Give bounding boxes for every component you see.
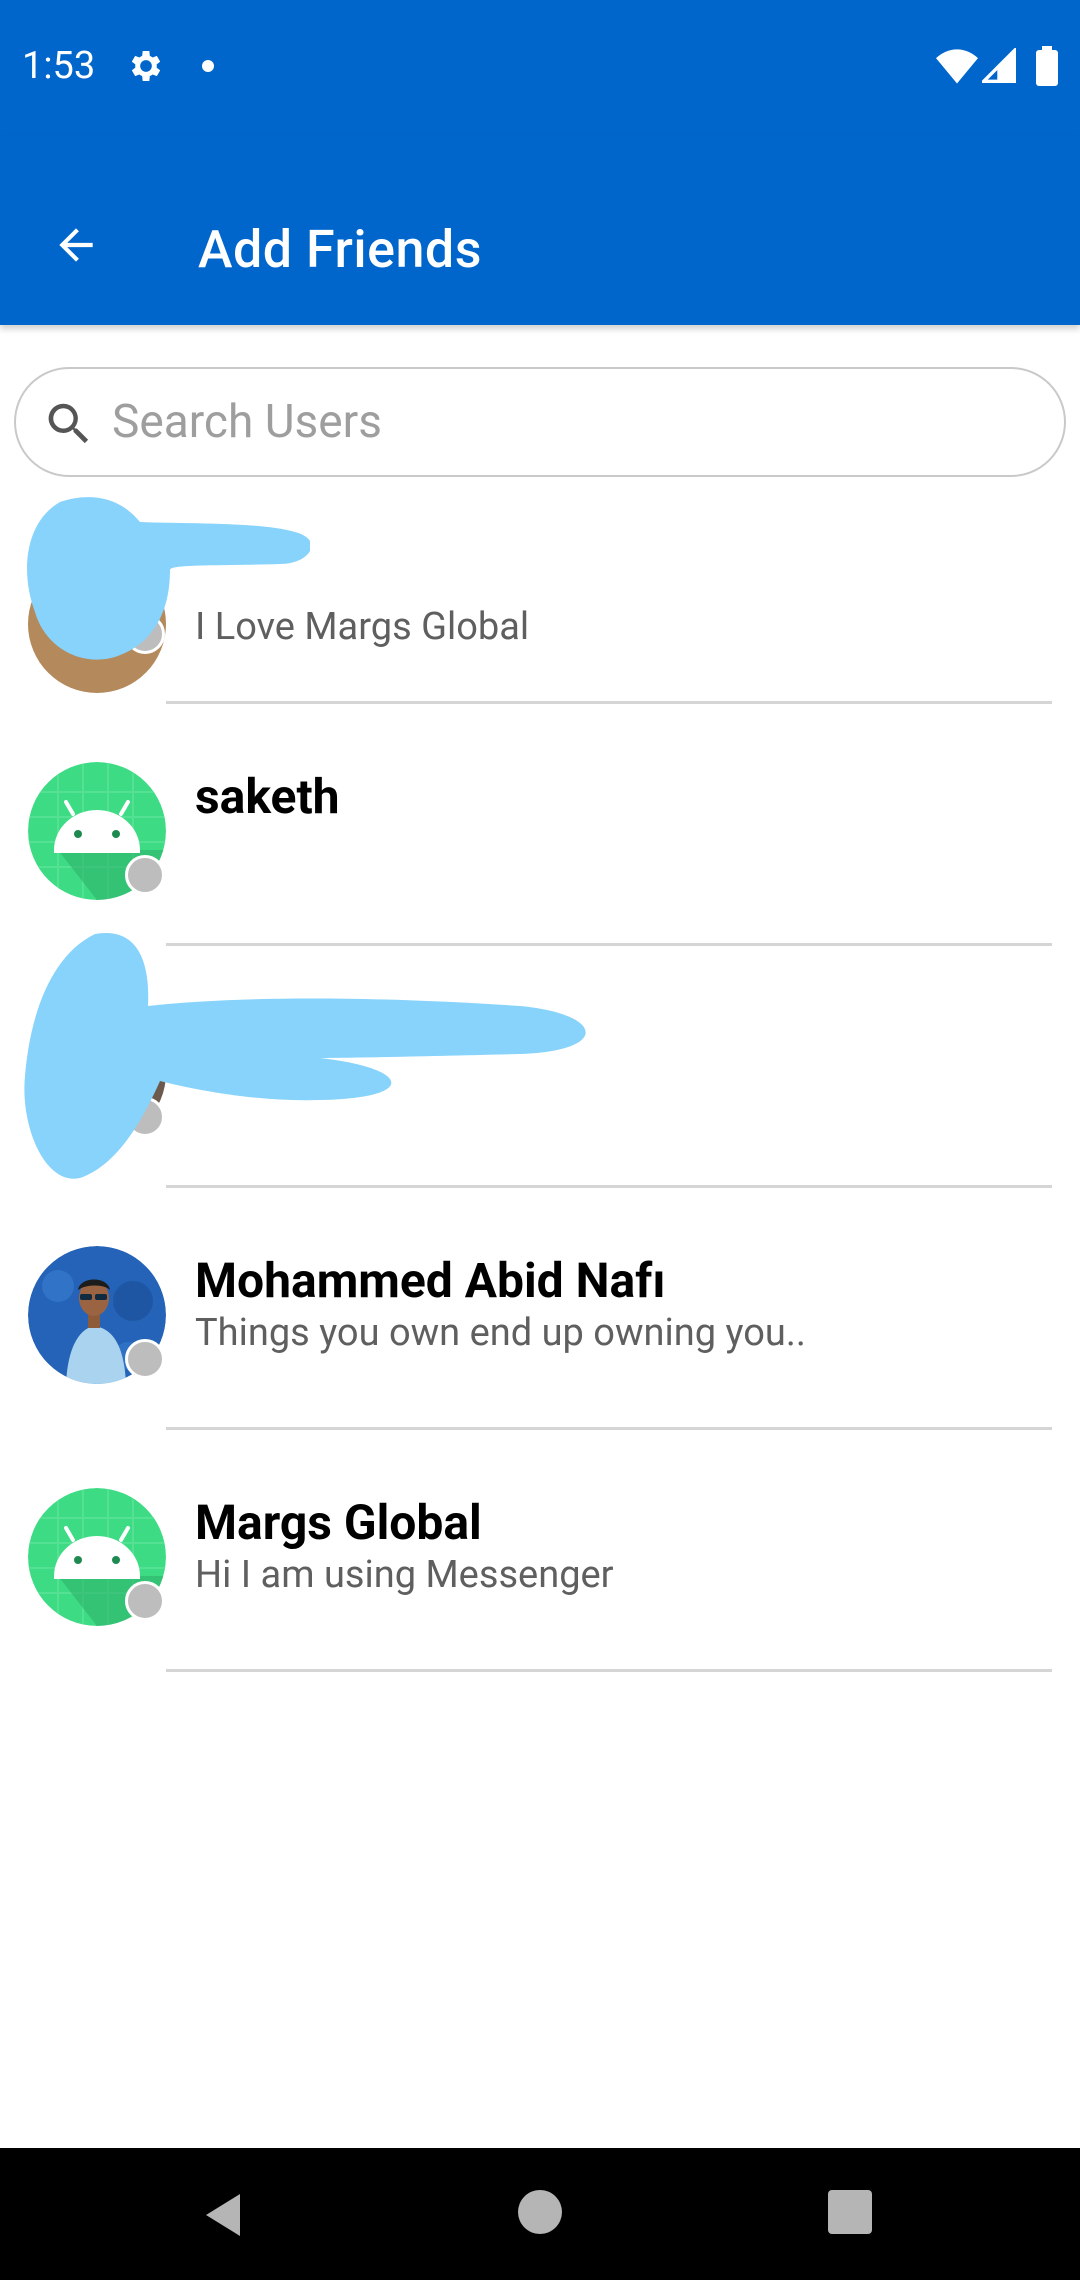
user-list-item[interactable]: Mohammed Abid Nafı Things you own end up… bbox=[0, 1211, 1080, 1453]
status-bar: 1:53 bbox=[0, 0, 1080, 135]
divider bbox=[166, 701, 1052, 704]
divider bbox=[166, 1669, 1052, 1672]
status-time: 1:53 bbox=[22, 44, 96, 88]
signal-icon bbox=[982, 48, 1016, 83]
redaction-scribble bbox=[27, 497, 310, 660]
wifi-icon bbox=[936, 49, 978, 84]
battery-icon bbox=[1036, 46, 1058, 86]
back-triangle-icon[interactable] bbox=[200, 2190, 250, 2240]
user-name: Margs Global bbox=[195, 1494, 482, 1551]
presence-indicator bbox=[125, 1339, 165, 1379]
search-icon bbox=[48, 403, 89, 444]
presence-indicator bbox=[125, 855, 165, 895]
page-title: Add Friends bbox=[198, 219, 482, 280]
gear-icon bbox=[131, 51, 161, 81]
divider bbox=[166, 1427, 1052, 1430]
system-nav-bar bbox=[0, 2148, 1080, 2280]
user-name: saketh bbox=[195, 768, 340, 825]
user-list-item[interactable]: Margs Global Hi I am using Messenger bbox=[0, 1453, 1080, 1695]
user-name: Mohammed Abid Nafı bbox=[195, 1252, 666, 1309]
presence-indicator bbox=[125, 1581, 165, 1621]
app-bar: Add Friends bbox=[0, 135, 1080, 325]
recents-square-icon[interactable] bbox=[828, 2190, 872, 2234]
notification-dot-icon bbox=[202, 60, 214, 72]
user-status: Things you own end up owning you.. bbox=[195, 1311, 806, 1355]
user-status: Hi I am using Messenger bbox=[195, 1553, 614, 1597]
arrow-left-icon bbox=[59, 228, 93, 262]
back-button[interactable] bbox=[44, 213, 108, 277]
home-circle-icon[interactable] bbox=[518, 2190, 562, 2234]
search-input[interactable] bbox=[112, 369, 1032, 475]
redaction-scribble bbox=[24, 932, 586, 1179]
search-bar[interactable] bbox=[14, 367, 1066, 477]
